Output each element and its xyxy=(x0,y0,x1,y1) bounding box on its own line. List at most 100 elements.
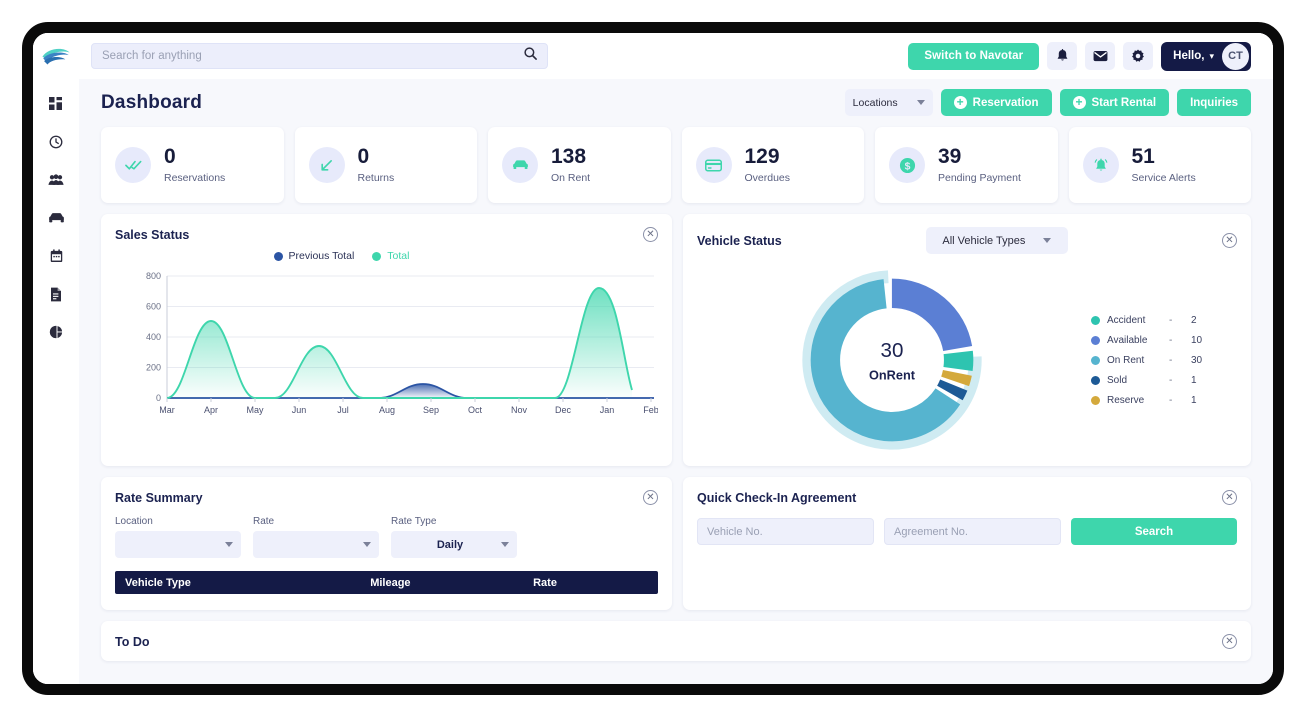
svg-text:$: $ xyxy=(904,161,910,172)
legend-value: 30 xyxy=(1191,354,1203,366)
close-circle-icon[interactable]: ✕ xyxy=(1222,490,1237,505)
legend-item-sold[interactable]: Sold - 1 xyxy=(1091,375,1235,386)
stat-value: 129 xyxy=(744,145,780,169)
donut-legend: Accident - 2 Available - 10 On Rent - 30… xyxy=(1091,315,1241,406)
sidebar-item-history[interactable] xyxy=(41,131,71,153)
chevron-down-icon xyxy=(225,542,233,547)
chevron-down-icon: ▾ xyxy=(1209,50,1214,61)
legend-item-total[interactable]: Total xyxy=(372,250,409,262)
quick-checkin-header: Quick Check-In Agreement ✕ xyxy=(683,477,1251,505)
sales-status-panel: Sales Status ✕ Previous Total Total 800 … xyxy=(101,214,672,466)
close-circle-icon[interactable]: ✕ xyxy=(643,490,658,505)
search-input[interactable] xyxy=(92,50,547,62)
search-icon[interactable] xyxy=(524,47,537,65)
legend-dot xyxy=(372,251,382,261)
rate-summary-title: Rate Summary xyxy=(115,490,203,505)
plus-icon: + xyxy=(953,96,967,109)
legend-dash: - xyxy=(1169,394,1173,406)
sidebar-item-analytics[interactable] xyxy=(41,321,71,343)
legend-item-available[interactable]: Available - 10 xyxy=(1091,335,1235,346)
x-axis-tick-label: Jun xyxy=(292,405,307,415)
sidebar-item-calendar[interactable] xyxy=(41,245,71,267)
quick-checkin-search-button[interactable]: Search xyxy=(1071,518,1237,545)
settings-button[interactable] xyxy=(1123,42,1154,70)
legend-item-reserve[interactable]: Reserve - 1 xyxy=(1091,395,1235,406)
sidebar xyxy=(33,33,79,684)
vehicle-no-input[interactable] xyxy=(697,518,874,545)
stat-label: Returns xyxy=(357,171,395,184)
stat-card-reservations[interactable]: 0 Reservations xyxy=(101,127,284,203)
legend-item-on-rent[interactable]: On Rent - 30 xyxy=(1091,355,1235,366)
notifications-button[interactable] xyxy=(1047,42,1078,70)
topbar-actions: Switch to Navotar Hello, ▾ CT xyxy=(908,41,1251,71)
stat-card-overdues[interactable]: 129 Overdues xyxy=(681,127,864,203)
todo-header: To Do ✕ xyxy=(101,621,1251,649)
stat-card-service-alerts[interactable]: 51 Service Alerts xyxy=(1068,127,1251,203)
legend-value: 1 xyxy=(1191,374,1197,386)
legend-dot xyxy=(1091,335,1100,345)
rate-select[interactable] xyxy=(253,531,379,558)
stat-label: Reservations xyxy=(164,171,226,184)
donut-center-label: OnRent xyxy=(869,368,916,383)
x-axis-tick-label: Mar xyxy=(159,405,175,415)
rate-type-select[interactable]: Daily xyxy=(391,531,517,558)
quick-checkin-form: Search xyxy=(683,505,1251,545)
switch-to-navotar-button[interactable]: Switch to Navotar xyxy=(908,42,1040,70)
gear-icon xyxy=(1132,49,1145,62)
todo-title: To Do xyxy=(115,634,150,649)
rate-summary-filters: Location Rate Rate Type Daily xyxy=(101,505,672,558)
column-rate: Rate xyxy=(533,576,557,589)
x-axis-tick-label: Dec xyxy=(555,405,572,415)
locations-select[interactable]: Locations xyxy=(844,89,933,116)
legend-item-previous-total[interactable]: Previous Total xyxy=(273,250,354,262)
close-circle-icon[interactable]: ✕ xyxy=(1221,233,1237,248)
x-axis-tick-label: Jul xyxy=(337,405,349,415)
agreement-no-input[interactable] xyxy=(884,518,1061,545)
column-vehicle-type: Vehicle Type xyxy=(125,576,191,589)
start-rental-button[interactable]: + Start Rental xyxy=(1059,89,1170,116)
quick-checkin-title: Quick Check-In Agreement xyxy=(697,490,857,505)
sidebar-item-dashboard[interactable] xyxy=(41,93,71,115)
legend-dash: - xyxy=(1169,374,1173,386)
sidebar-item-vehicles[interactable] xyxy=(41,207,71,229)
content-area: Dashboard Locations + Reservation + Star… xyxy=(79,79,1273,684)
bell-alert-icon xyxy=(1082,147,1119,183)
main-column: Switch to Navotar xyxy=(79,33,1273,684)
messages-button[interactable] xyxy=(1085,42,1116,70)
dollar-icon: $ xyxy=(889,147,925,183)
search-box[interactable] xyxy=(91,43,548,69)
location-label: Location xyxy=(115,516,153,527)
avatar[interactable]: CT xyxy=(1222,42,1249,70)
rate-field: Rate xyxy=(253,516,379,558)
car-icon xyxy=(502,147,538,183)
credit-card-icon xyxy=(695,147,732,183)
vehicle-type-select[interactable]: All Vehicle Types xyxy=(925,227,1068,254)
stat-card-pending-payment[interactable]: $ 39 Pending Payment xyxy=(875,127,1058,203)
legend-label: Sold xyxy=(1107,374,1128,386)
todo-panel: To Do ✕ xyxy=(101,621,1251,661)
reservation-button[interactable]: + Reservation xyxy=(940,89,1052,116)
svg-text:0: 0 xyxy=(156,393,161,403)
vehicle-status-title: Vehicle Status xyxy=(697,233,782,248)
close-circle-icon[interactable]: ✕ xyxy=(643,227,658,242)
stat-card-on-rent[interactable]: 138 On Rent xyxy=(488,127,671,203)
car-icon xyxy=(48,213,64,223)
legend-item-accident[interactable]: Accident - 2 xyxy=(1091,315,1235,326)
app-logo[interactable] xyxy=(33,33,79,79)
clock-icon xyxy=(49,135,63,149)
legend-dash: - xyxy=(1169,354,1173,366)
svg-text:400: 400 xyxy=(146,332,161,342)
user-menu[interactable]: Hello, ▾ CT xyxy=(1161,41,1251,71)
bell-icon xyxy=(1057,49,1068,61)
legend-label: Accident xyxy=(1107,314,1146,326)
stat-card-returns[interactable]: 0 Returns xyxy=(294,127,477,203)
stat-label: Pending Payment xyxy=(938,171,1021,184)
sidebar-item-reports[interactable] xyxy=(41,283,71,305)
sidebar-item-customers[interactable] xyxy=(41,169,71,191)
inquiries-button[interactable]: Inquiries xyxy=(1177,89,1251,116)
location-select[interactable] xyxy=(115,531,241,558)
close-circle-icon[interactable]: ✕ xyxy=(1222,634,1237,649)
page-title: Dashboard xyxy=(101,91,203,113)
rate-table-header: Vehicle Type Mileage Rate xyxy=(115,571,658,594)
stat-value: 51 xyxy=(1131,145,1155,169)
